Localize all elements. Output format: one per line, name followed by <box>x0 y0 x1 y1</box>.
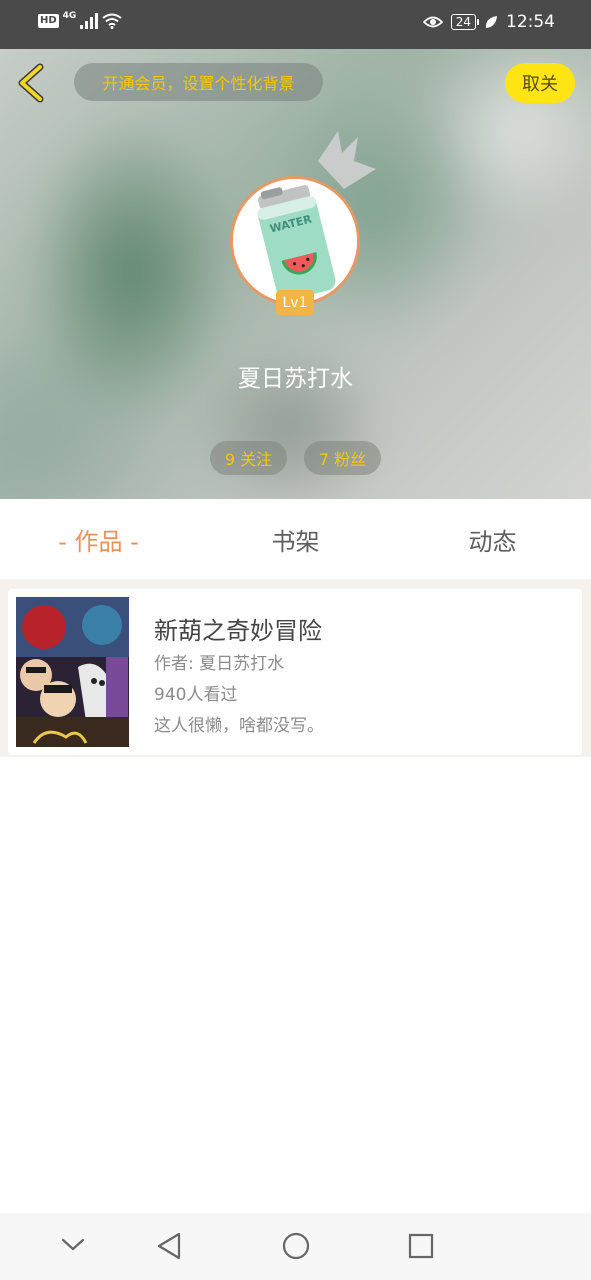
tab-bookshelf[interactable]: 书架 <box>197 499 394 579</box>
leaf-icon <box>485 16 497 28</box>
clock: 12:54 <box>506 12 555 32</box>
network-type: 4G <box>62 11 77 21</box>
work-views: 940人看过 <box>154 685 238 705</box>
battery-indicator: 24 <box>450 14 480 30</box>
status-right: 24 12:54 <box>422 12 555 32</box>
tab-activity[interactable]: 动态 <box>394 499 591 579</box>
back-button[interactable] <box>14 63 48 103</box>
work-cover-image <box>16 597 129 747</box>
work-author: 作者: 夏日苏打水 <box>154 654 285 674</box>
following-count[interactable]: 9 关注 <box>210 441 287 475</box>
username: 夏日苏打水 <box>238 366 353 392</box>
vip-background-prompt[interactable]: 开通会员，设置个性化背景 <box>74 63 323 101</box>
work-title: 新葫之奇妙冒险 <box>154 617 322 645</box>
soda-can-avatar-image: WATER <box>233 179 357 303</box>
profile-tabs: - 作品 - 书架 动态 <box>0 499 591 579</box>
section-divider <box>0 579 591 589</box>
tab-works[interactable]: - 作品 - <box>0 499 197 579</box>
hd-indicator: HD <box>38 14 59 28</box>
eye-comfort-icon <box>422 16 443 28</box>
chevron-down-icon[interactable] <box>60 1237 86 1253</box>
avatar[interactable]: WATER <box>230 176 360 306</box>
level-badge: Lv1 <box>276 290 314 315</box>
wifi-icon <box>102 13 122 29</box>
back-triangle-icon[interactable] <box>155 1231 183 1261</box>
work-description: 这人很懒，啥都没写。 <box>154 716 324 736</box>
fans-count[interactable]: 7 粉丝 <box>304 441 381 475</box>
crown-icon <box>318 131 376 189</box>
chevron-left-icon <box>18 63 44 103</box>
status-bar: HD 4G 24 12:54 <box>0 0 591 49</box>
work-card[interactable]: 新葫之奇妙冒险 作者: 夏日苏打水 940人看过 这人很懒，啥都没写。 <box>8 589 582 755</box>
comic-cover-art <box>16 597 129 747</box>
system-nav-bar <box>0 1213 591 1280</box>
works-list: 新葫之奇妙冒险 作者: 夏日苏打水 940人看过 这人很懒，啥都没写。 <box>0 589 591 757</box>
profile-header: 开通会员，设置个性化背景 取关 WATER Lv1 夏日苏打水 9 关注 7 粉… <box>0 49 591 499</box>
status-left: HD 4G <box>38 11 122 29</box>
home-circle-icon[interactable] <box>281 1231 311 1261</box>
recents-square-icon[interactable] <box>407 1231 435 1261</box>
unfollow-button[interactable]: 取关 <box>505 63 575 103</box>
signal-icon <box>80 13 99 29</box>
